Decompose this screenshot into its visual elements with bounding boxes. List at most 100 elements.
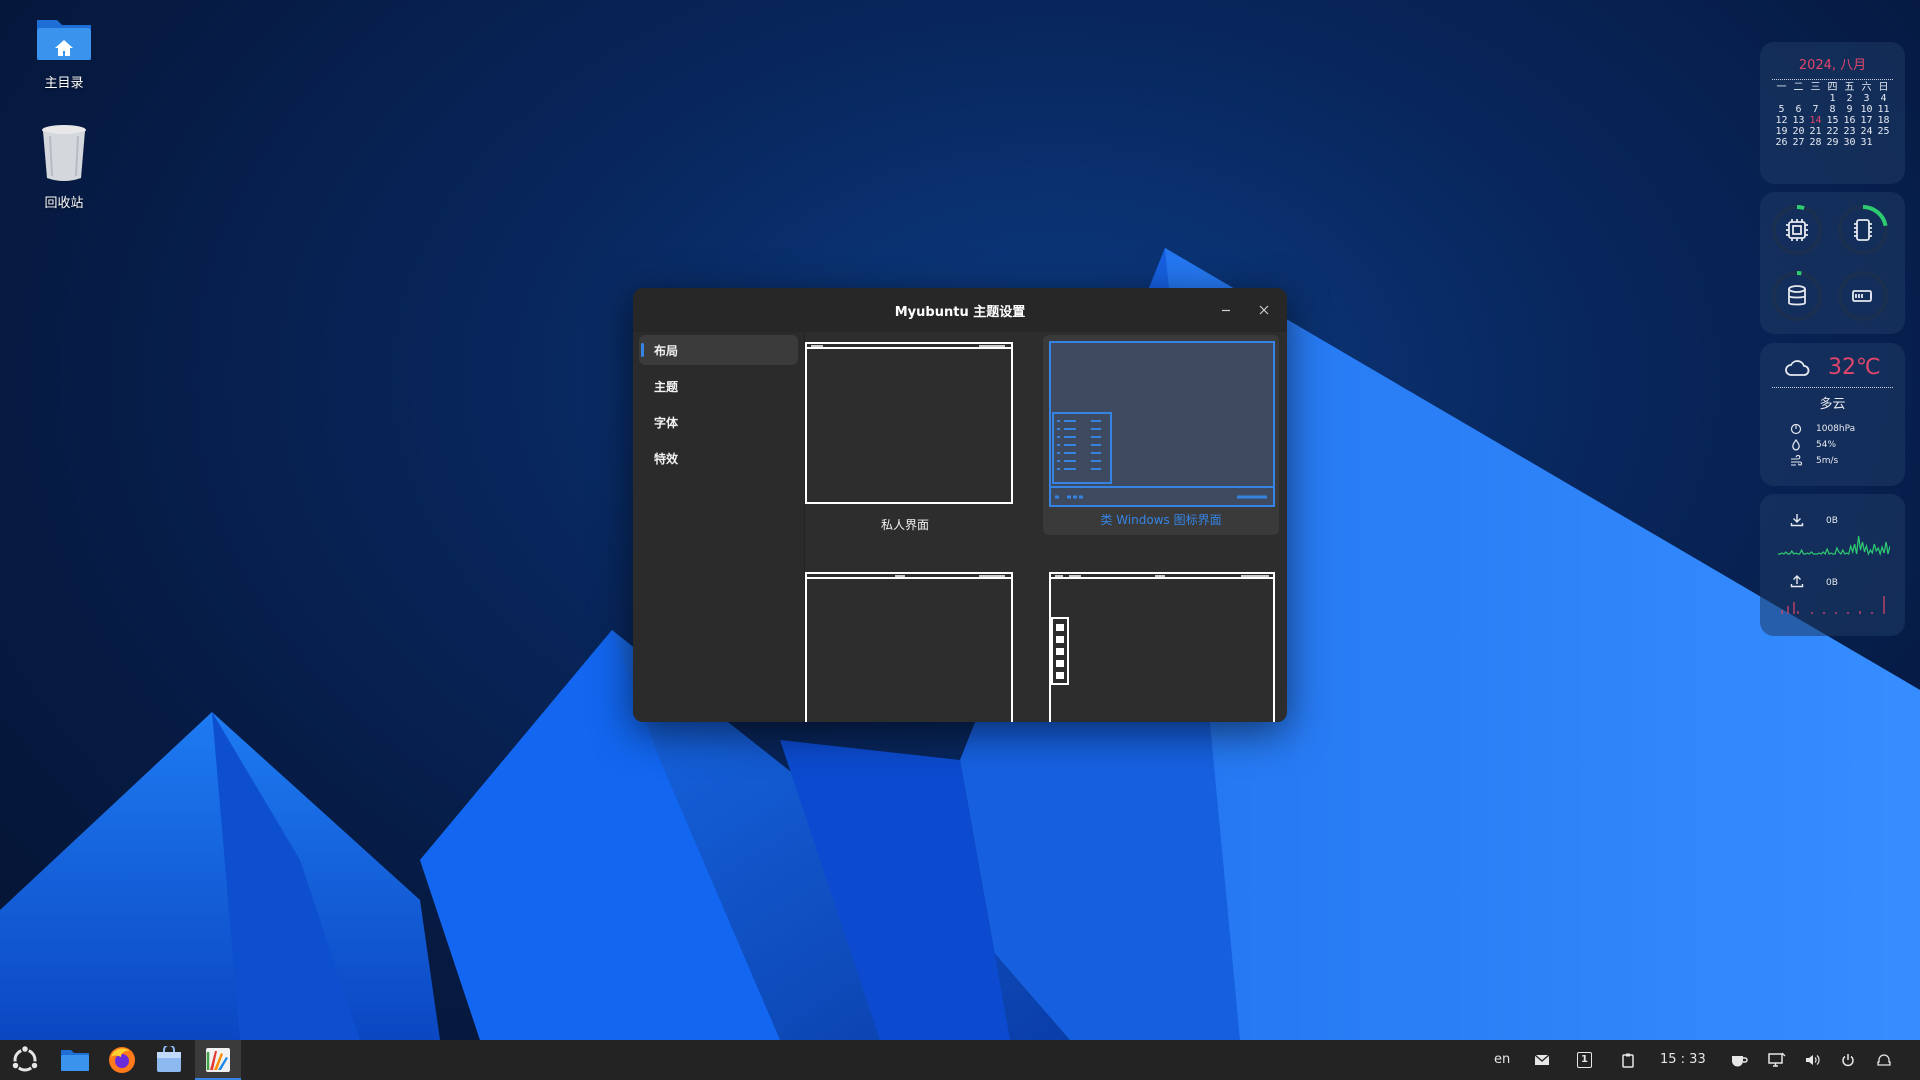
calendar-day[interactable]: 9 <box>1841 104 1858 115</box>
calendar-day[interactable]: 10 <box>1858 104 1875 115</box>
calendar-title: 2024, 八月 <box>1798 58 1867 73</box>
memory-icon <box>1854 219 1872 241</box>
calendar-day[interactable]: 16 <box>1841 115 1858 126</box>
calendar-day[interactable]: 1 <box>1824 93 1841 104</box>
calendar-day[interactable]: 15 <box>1824 115 1841 126</box>
disk-gauge <box>1772 271 1822 321</box>
calendar-day[interactable]: 6 <box>1790 104 1807 115</box>
wind-icon <box>1791 455 1802 466</box>
humidity-icon <box>1792 439 1800 451</box>
calendar-day[interactable]: 13 <box>1790 115 1807 126</box>
calendar-day <box>1875 137 1892 148</box>
language-indicator[interactable]: en <box>1494 1052 1510 1068</box>
notification-icon[interactable] <box>1876 1052 1892 1068</box>
calendar-day <box>1807 93 1824 104</box>
layout-option-4[interactable] <box>1045 572 1277 722</box>
theme-settings-taskbar-button[interactable] <box>195 1040 241 1080</box>
calendar-day[interactable]: 20 <box>1790 126 1807 137</box>
sidebar-item-theme[interactable]: 主题 <box>639 371 798 401</box>
network-status-icon[interactable] <box>1768 1052 1786 1068</box>
calendar-day[interactable]: 31 <box>1858 137 1875 148</box>
volume-icon[interactable] <box>1805 1052 1821 1068</box>
sidebar-item-layout[interactable]: 布局 <box>639 335 798 365</box>
battery-gauge <box>1838 271 1888 321</box>
workspace-indicator[interactable]: 1 <box>1577 1052 1593 1068</box>
workspace-number: 1 <box>1581 1054 1588 1065</box>
layout-preview-private <box>805 342 1013 504</box>
home-folder-icon <box>37 20 91 60</box>
layout-gallery: 私人界面 类 Windows 图标界面 <box>805 332 1287 722</box>
calendar-day[interactable]: 2 <box>1841 93 1858 104</box>
coffee-icon[interactable] <box>1730 1052 1748 1068</box>
calendar-day[interactable]: 22 <box>1824 126 1841 137</box>
calendar-day[interactable]: 3 <box>1858 93 1875 104</box>
calendar-week: 26 27 28 29 30 31 <box>1773 137 1892 148</box>
desktop-icon-home[interactable]: 主目录 <box>14 12 114 91</box>
weather-wind: 5m/s <box>1816 456 1839 466</box>
power-icon[interactable] <box>1840 1052 1856 1068</box>
store-taskbar-button[interactable] <box>148 1040 190 1080</box>
sidebar-item-effects[interactable]: 特效 <box>639 443 798 473</box>
weather-widget: 32℃ 多云 1008hPa 54% 5m/s <box>1760 343 1905 486</box>
desktop-icon-label: 回收站 <box>44 196 84 211</box>
calendar-weekday: 二 <box>1793 82 1804 93</box>
calendar-week: 5 6 7 8 9 10 11 <box>1773 104 1892 115</box>
calendar-day[interactable]: 27 <box>1790 137 1807 148</box>
folder-icon <box>61 1050 89 1071</box>
layout-preview-4 <box>1049 572 1275 722</box>
firefox-taskbar-button[interactable] <box>101 1040 143 1080</box>
clock[interactable]: 15 : 33 <box>1660 1052 1706 1068</box>
layout-caption: 私人界面 <box>880 518 929 532</box>
calendar-day[interactable]: 14 <box>1807 115 1824 126</box>
sidebar-item-label: 特效 <box>654 452 679 466</box>
desktop-icon-trash[interactable]: 回收站 <box>14 122 114 211</box>
minimize-button[interactable] <box>1215 299 1237 321</box>
calendar-day[interactable]: 11 <box>1875 104 1892 115</box>
calendar-day[interactable]: 25 <box>1875 126 1892 137</box>
calendar-week: 19 20 21 22 23 24 25 <box>1773 126 1892 137</box>
desktop-icon-label: 主目录 <box>44 76 84 91</box>
ubuntu-logo-icon <box>11 1044 39 1072</box>
calendar-day[interactable]: 18 <box>1875 115 1892 126</box>
calendar-day[interactable]: 30 <box>1841 137 1858 148</box>
calendar-day[interactable]: 4 <box>1875 93 1892 104</box>
network-widget: 0B 0B <box>1760 494 1905 636</box>
files-taskbar-button[interactable] <box>54 1040 96 1080</box>
clipboard-icon[interactable] <box>1620 1052 1636 1068</box>
close-icon <box>1259 305 1269 315</box>
settings-sidebar: 布局 主题 字体 特效 <box>633 332 805 722</box>
layout-option-windows-like[interactable]: 类 Windows 图标界面 <box>1043 335 1279 535</box>
download-graph <box>1778 535 1890 556</box>
calendar-day[interactable]: 29 <box>1824 137 1841 148</box>
upload-icon <box>1790 575 1804 588</box>
calendar-day[interactable]: 5 <box>1773 104 1790 115</box>
dialog-title: Myubuntu 主题设置 <box>894 305 1026 320</box>
trash-icon <box>42 125 86 181</box>
dialog-header[interactable]: Myubuntu 主题设置 <box>633 288 1287 332</box>
calendar-day[interactable]: 17 <box>1858 115 1875 126</box>
calendar-day[interactable]: 24 <box>1858 126 1875 137</box>
calendar-day[interactable]: 21 <box>1807 126 1824 137</box>
calendar-day[interactable]: 23 <box>1841 126 1858 137</box>
calendar-day[interactable]: 8 <box>1824 104 1841 115</box>
download-speed: 0B <box>1826 516 1838 526</box>
calendar-grid: 一二三四五六日 1 2 3 4 5 6 7 8 9 10 11 12 13 14 15 16 17 18 19 20 2… <box>1773 82 1892 148</box>
calendar-day[interactable]: 12 <box>1773 115 1790 126</box>
calendar-day[interactable]: 7 <box>1807 104 1824 115</box>
ubuntu-menu-button[interactable] <box>4 1040 46 1080</box>
layout-option-private[interactable]: 私人界面 <box>805 342 1019 532</box>
layout-option-3[interactable] <box>805 572 1019 722</box>
layout-caption: 类 Windows 图标界面 <box>1100 513 1222 527</box>
cpu-icon <box>1786 219 1808 241</box>
workspace-badge: 1 <box>1577 1052 1592 1068</box>
calendar-day[interactable]: 19 <box>1773 126 1790 137</box>
close-button[interactable] <box>1253 299 1275 321</box>
sidebar-item-font[interactable]: 字体 <box>639 407 798 437</box>
calendar-week: 12 13 14 15 16 17 18 <box>1773 115 1892 126</box>
weather-separator <box>1772 387 1893 388</box>
calendar-day[interactable]: 26 <box>1773 137 1790 148</box>
active-indicator <box>641 343 644 357</box>
mail-icon[interactable] <box>1534 1052 1550 1068</box>
cpu-gauge <box>1772 205 1822 255</box>
calendar-day[interactable]: 28 <box>1807 137 1824 148</box>
